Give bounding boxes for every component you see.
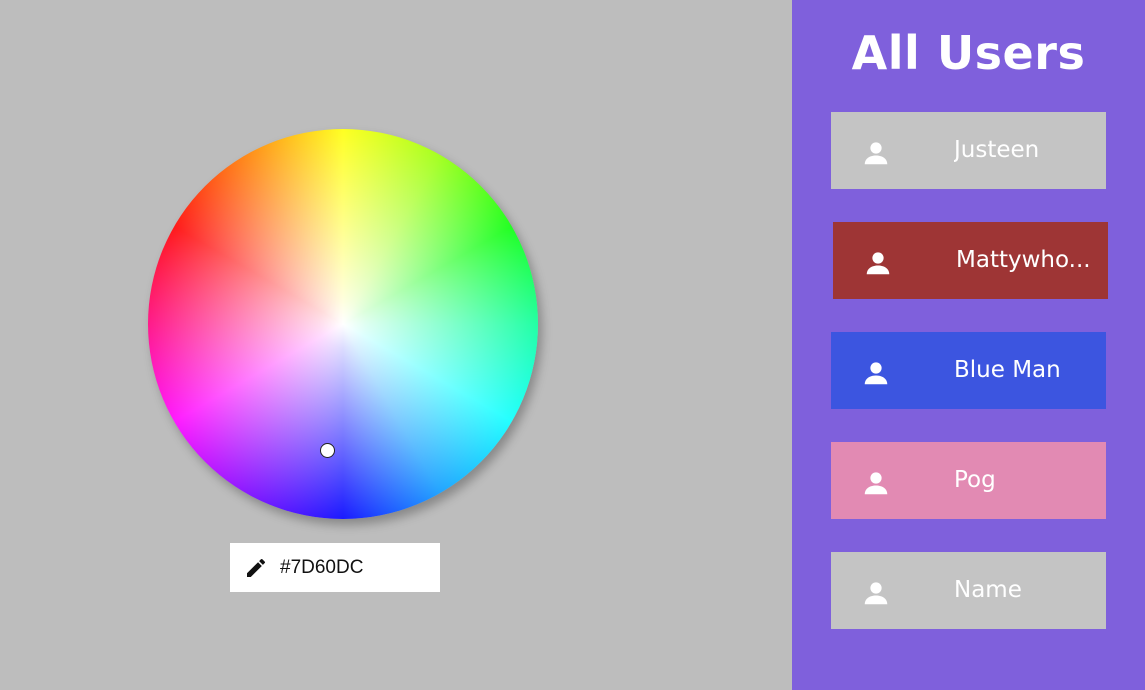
hex-color-input[interactable] xyxy=(280,556,430,579)
user-card-blue-man[interactable]: Blue Man xyxy=(831,332,1106,409)
color-wheel-handle[interactable] xyxy=(320,443,335,458)
person-icon xyxy=(864,142,888,165)
user-card-mattywho[interactable]: Mattywho... xyxy=(833,222,1108,299)
user-name: Mattywho... xyxy=(956,247,1091,273)
user-card-pog[interactable]: Pog xyxy=(831,442,1106,519)
user-name: Justeen xyxy=(954,137,1040,163)
person-icon xyxy=(866,252,890,275)
user-card-name[interactable]: Name xyxy=(831,552,1106,629)
user-name: Blue Man xyxy=(954,357,1061,383)
sidebar-title: All Users xyxy=(851,26,1086,80)
users-sidebar: All Users Justeen Mattywho... Blue Man P… xyxy=(792,0,1145,690)
color-wheel[interactable] xyxy=(148,129,538,519)
user-name: Name xyxy=(954,577,1022,603)
person-icon xyxy=(864,582,888,605)
pencil-icon xyxy=(247,558,266,577)
person-icon xyxy=(864,362,888,385)
hex-color-field[interactable] xyxy=(230,543,440,592)
user-name: Pog xyxy=(954,467,996,493)
person-icon xyxy=(864,472,888,495)
user-card-justeen[interactable]: Justeen xyxy=(831,112,1106,189)
color-picker-panel xyxy=(0,0,792,690)
